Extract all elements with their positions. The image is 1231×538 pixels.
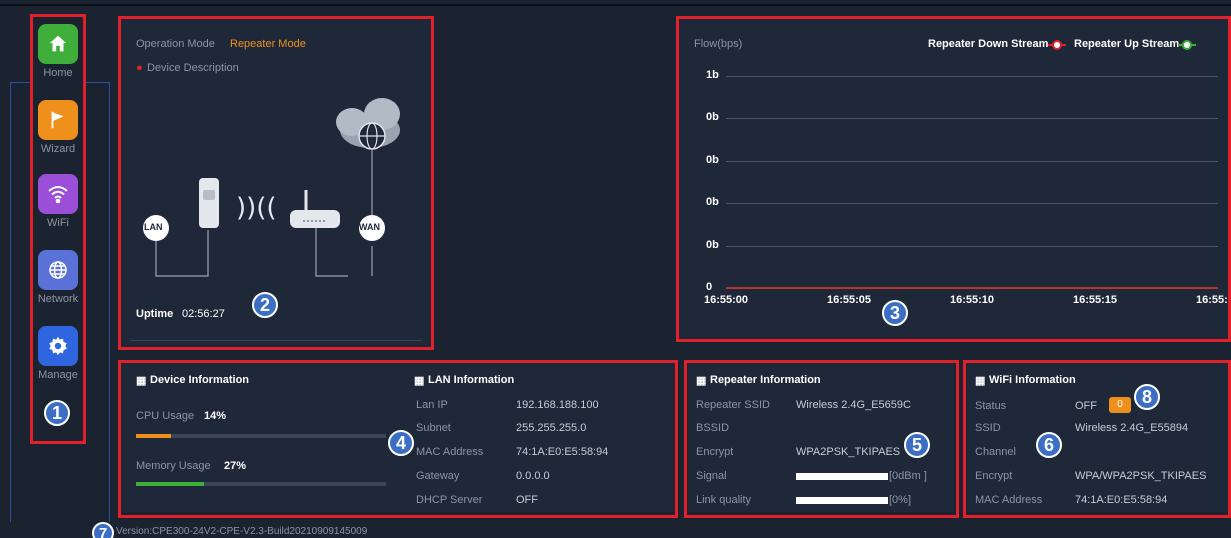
cpu-usage-label: CPU Usage [136, 410, 195, 422]
wifi-mac-value: 74:1A:E0:E5:58:94 [1075, 494, 1168, 506]
globe-icon [38, 250, 78, 290]
repeater-info-icon: ▦ [696, 375, 707, 387]
uptime-value: 02:56:27 [182, 308, 225, 320]
dhcp-server-label: DHCP Server [416, 494, 483, 506]
lan-ip-value: 192.168.188.100 [516, 399, 599, 411]
sidebar-nav: Home Wizard WiFi Network Manage [30, 14, 86, 444]
callout-badge-2: 2 [252, 292, 278, 318]
repeater-encrypt-label: Encrypt [696, 446, 734, 458]
callout-badge-8: 8 [1134, 384, 1160, 410]
cpu-usage-value: 14% [204, 410, 227, 422]
wifi-info-panel: ▦ WiFi Information Status OFF 0 SSID Wir… [967, 362, 1231, 512]
nav-item-home[interactable]: Home [37, 24, 79, 79]
cpe-device-icon [199, 178, 219, 228]
nav-item-wizard[interactable]: Wizard [37, 100, 79, 155]
callout-badge-4: 4 [388, 430, 414, 456]
signal-label: Signal [696, 470, 727, 482]
wifi-info-icon: ▦ [975, 375, 986, 387]
cloud-icon [336, 98, 400, 150]
lan-mac-value: 74:1A:E0:E5:58:94 [516, 446, 609, 458]
nav-label-manage: Manage [38, 369, 78, 381]
panel-divider [130, 340, 422, 341]
home-icon [38, 24, 78, 64]
repeater-info-title: Repeater Information [710, 374, 821, 386]
cpu-usage-bar [136, 434, 386, 438]
callout-badge-7: 7 [92, 522, 114, 538]
wifi-status-toggle[interactable]: 0 [1109, 397, 1131, 413]
signal-value: [0dBm ] [889, 470, 927, 482]
top-border [0, 4, 1231, 6]
operation-mode-label: Operation Mode [136, 38, 215, 50]
device-info-panel: ▦ Device Information CPU Usage 14% Memor… [120, 362, 402, 512]
channel-label: Channel [975, 446, 1016, 458]
device-info-title: Device Information [150, 374, 250, 386]
wifi-status-label: Status [975, 400, 1007, 412]
callout-badge-1: 1 [44, 400, 70, 426]
nav-item-manage[interactable]: Manage [37, 326, 79, 381]
callout-badge-5: 5 [904, 432, 930, 458]
wifi-status-value: OFF [1075, 400, 1097, 412]
repeater-encrypt-value: WPA2PSK_TKIPAES [796, 446, 901, 458]
repeater-ssid-label: Repeater SSID [696, 399, 770, 411]
chart-plot-area: 1b 0b 0b 0b 0b 0 16:55:00 16:55:05 16:55:10 16:55… [678, 18, 1231, 340]
memory-usage-label: Memory Usage [136, 460, 211, 472]
dhcp-server-value: OFF [516, 494, 538, 506]
link-quality-label: Link quality [696, 494, 752, 506]
operation-mode-value: Repeater Mode [230, 38, 306, 50]
nav-label-network: Network [37, 293, 79, 305]
router-icon [290, 190, 340, 228]
lan-mac-label: MAC Address [416, 446, 484, 458]
callout-badge-3: 3 [882, 300, 908, 326]
lan-node-label: LAN [144, 222, 163, 232]
subnet-label: Subnet [416, 422, 451, 434]
wifi-encrypt-label: Encrypt [975, 470, 1013, 482]
nav-item-network[interactable]: Network [37, 250, 79, 305]
memory-usage-fill [136, 482, 204, 486]
nav-label-wifi: WiFi [47, 217, 69, 229]
memory-usage-value: 27% [224, 460, 247, 472]
flag-icon [38, 100, 78, 140]
lan-info-icon: ▦ [414, 375, 425, 387]
link-quality-bar [796, 497, 888, 504]
wan-node-label: WAN [359, 222, 380, 232]
wifi-info-title: WiFi Information [989, 374, 1076, 386]
wifi-icon [38, 174, 78, 214]
memory-usage-bar [136, 482, 386, 486]
topology-diagram: ))(( [143, 98, 400, 277]
nav-label-home: Home [43, 67, 73, 79]
subnet-value: 255.255.255.0 [516, 422, 587, 434]
version-string: Version:CPE300-24V2-CPE-V2.3-Build202109… [116, 526, 368, 537]
wifi-ssid-label: SSID [975, 422, 1001, 434]
uptime-label: Uptime [136, 308, 174, 320]
wifi-mac-label: MAC Address [975, 494, 1043, 506]
link-quality-value: [0%] [889, 494, 912, 506]
lan-info-title: LAN Information [428, 374, 515, 386]
cpu-usage-fill [136, 434, 171, 438]
lan-ip-label: Lan IP [416, 399, 448, 411]
gear-icon [38, 326, 78, 366]
flow-chart-panel: Flow(bps) Repeater Down Stream Repeater … [678, 18, 1231, 340]
nav-label-wizard: Wizard [40, 143, 76, 155]
signal-bar [796, 473, 888, 480]
gateway-label: Gateway [416, 470, 460, 482]
callout-badge-6: 6 [1036, 432, 1062, 458]
pin-icon: ● [136, 62, 143, 74]
wifi-ssid-value: Wireless 2.4G_E55894 [1075, 422, 1189, 434]
lan-info-panel: ▦ LAN Information Lan IP 192.168.188.100… [402, 362, 676, 512]
series-line [726, 287, 1218, 289]
repeater-ssid-value: Wireless 2.4G_E5659C [796, 399, 911, 411]
device-description-label: Device Description [147, 62, 239, 74]
wifi-encrypt-value: WPA/WPA2PSK_TKIPAES [1075, 470, 1207, 482]
nav-item-wifi[interactable]: WiFi [37, 174, 79, 229]
signal-waves-icon: ))(( [236, 193, 277, 223]
gateway-value: 0.0.0.0 [516, 470, 550, 482]
device-info-icon: ▦ [136, 375, 147, 387]
bssid-label: BSSID [696, 422, 730, 434]
